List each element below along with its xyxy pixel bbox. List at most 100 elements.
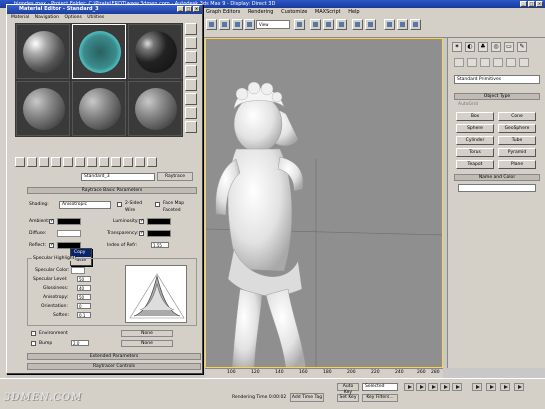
show-map-icon[interactable] [111, 157, 121, 167]
percent-snap-icon[interactable] [336, 19, 347, 30]
geometry-icon[interactable] [454, 58, 464, 67]
make-unique-icon[interactable] [75, 157, 85, 167]
close-button[interactable]: × [536, 1, 543, 7]
key-filters-button[interactable]: Key Filters... [362, 394, 398, 402]
me-close-button[interactable]: × [193, 6, 200, 12]
soften-spinner[interactable]: 0.1 [77, 312, 91, 318]
material-id-icon[interactable] [99, 157, 109, 167]
menu-navigation[interactable]: Navigation [35, 15, 59, 20]
cameras-icon[interactable] [493, 58, 503, 67]
go-to-end-icon[interactable] [452, 383, 462, 391]
material-slot-4[interactable] [16, 81, 70, 136]
menu-graph-editors[interactable]: Graph Editors [206, 9, 240, 15]
material-editor-icon[interactable] [384, 19, 395, 30]
video-check-icon[interactable] [185, 79, 197, 91]
object-name-input[interactable] [458, 184, 536, 192]
material-slot-1[interactable] [16, 24, 70, 79]
torus-button[interactable]: Torus [456, 148, 494, 157]
extended-parameters-rollout[interactable]: Extended Parameters [27, 353, 201, 360]
modify-tab-icon[interactable]: ◐ [465, 42, 475, 52]
material-editor-title-bar[interactable]: Material Editor - Standard_3 _ □ × [7, 5, 202, 14]
autogrid-checkbox[interactable]: AutoGrid [458, 102, 478, 107]
play-icon[interactable] [428, 383, 438, 391]
align-icon[interactable] [365, 19, 376, 30]
transparency-checkbox[interactable] [139, 230, 144, 236]
me-minimize-button[interactable]: _ [177, 6, 184, 12]
luminosity-checkbox[interactable] [139, 218, 144, 224]
tube-button[interactable]: Tube [498, 136, 536, 145]
menu-options[interactable]: Options [64, 15, 81, 20]
backlight-icon[interactable] [185, 37, 197, 49]
key-selection-dropdown[interactable]: Selected [362, 383, 398, 391]
two-sided-checkbox[interactable] [117, 202, 122, 207]
set-key-button[interactable]: Set Key [337, 394, 359, 402]
motion-tab-icon[interactable]: ◎ [491, 42, 501, 52]
plane-button[interactable]: Plane [498, 160, 536, 169]
cylinder-button[interactable]: Cylinder [456, 136, 494, 145]
pyramid-button[interactable]: Pyramid [498, 148, 536, 157]
bump-checkbox[interactable] [31, 341, 36, 346]
environment-checkbox[interactable] [31, 331, 36, 336]
menu-customize[interactable]: Customize [281, 9, 307, 15]
material-slot-3[interactable] [128, 24, 182, 79]
menu-maxscript[interactable]: MAXScript [315, 9, 341, 15]
pivot-icon[interactable] [294, 19, 305, 30]
cone-button[interactable]: Cone [498, 112, 536, 121]
environment-map-button[interactable]: None [121, 330, 173, 337]
reflect-checkbox[interactable] [49, 242, 54, 248]
utilities-tab-icon[interactable]: ✎ [517, 42, 527, 52]
go-to-parent-icon[interactable] [135, 157, 145, 167]
sphere-button[interactable]: Sphere [456, 124, 494, 133]
anisotropy-spinner[interactable]: 50 [77, 294, 91, 300]
make-preview-icon[interactable] [185, 93, 197, 105]
quick-render-icon[interactable] [410, 19, 421, 30]
material-slot-5[interactable] [72, 81, 126, 136]
teapot-button[interactable]: Teapot [456, 160, 494, 169]
helpers-icon[interactable] [506, 58, 516, 67]
go-forward-icon[interactable] [147, 157, 157, 167]
reference-coord-dropdown[interactable]: View [256, 20, 290, 29]
zoom-icon[interactable] [472, 383, 482, 391]
field-of-view-icon[interactable] [514, 383, 524, 391]
face-map-checkbox[interactable] [155, 202, 160, 207]
glossiness-spinner[interactable]: 40 [77, 285, 91, 291]
specular-color-swatch[interactable] [71, 267, 85, 274]
geosphere-button[interactable]: GeoSphere [498, 124, 536, 133]
minimize-button[interactable]: _ [520, 1, 527, 7]
material-slot-6[interactable] [128, 81, 182, 136]
diffuse-color-swatch[interactable] [57, 230, 81, 237]
mirror-icon[interactable] [352, 19, 363, 30]
go-to-start-icon[interactable] [404, 383, 414, 391]
shapes-icon[interactable] [467, 58, 477, 67]
ambient-checkbox[interactable] [49, 218, 54, 224]
pan-icon[interactable] [486, 383, 496, 391]
spacewarps-icon[interactable] [519, 58, 529, 67]
add-time-tag-button[interactable]: Add Time Tag [290, 393, 324, 402]
menu-material[interactable]: Material [11, 15, 29, 20]
maximize-button[interactable]: □ [528, 1, 535, 7]
auto-key-button[interactable]: Auto Key [337, 383, 359, 395]
me-maximize-button[interactable]: □ [185, 6, 192, 12]
perspective-viewport[interactable] [205, 38, 443, 368]
put-to-library-icon[interactable] [87, 157, 97, 167]
index-of-refraction-spinner[interactable]: 1.55 [151, 242, 169, 248]
show-end-result-icon[interactable] [123, 157, 133, 167]
object-type-rollout[interactable]: Object Type [454, 93, 540, 100]
reset-map-icon[interactable] [51, 157, 61, 167]
name-and-color-rollout[interactable]: Name and Color [454, 174, 540, 181]
previous-frame-icon[interactable] [416, 383, 426, 391]
transparency-color-swatch[interactable] [147, 230, 171, 237]
specular-level-spinner[interactable]: 50 [77, 276, 91, 282]
luminosity-color-swatch[interactable] [147, 218, 171, 225]
material-slot-2[interactable] [72, 24, 126, 79]
hierarchy-tab-icon[interactable]: ♣ [478, 42, 488, 52]
background-icon[interactable] [185, 51, 197, 63]
select-by-material-icon[interactable] [185, 121, 197, 133]
menu-help[interactable]: Help [348, 9, 359, 15]
snap-icon[interactable] [310, 19, 321, 30]
bump-amount-spinner[interactable]: 2.0 [71, 340, 89, 346]
orbit-icon[interactable] [500, 383, 510, 391]
assign-to-selection-icon[interactable] [39, 157, 49, 167]
select-tool-icon[interactable] [206, 19, 217, 30]
display-tab-icon[interactable]: ▭ [504, 42, 514, 52]
